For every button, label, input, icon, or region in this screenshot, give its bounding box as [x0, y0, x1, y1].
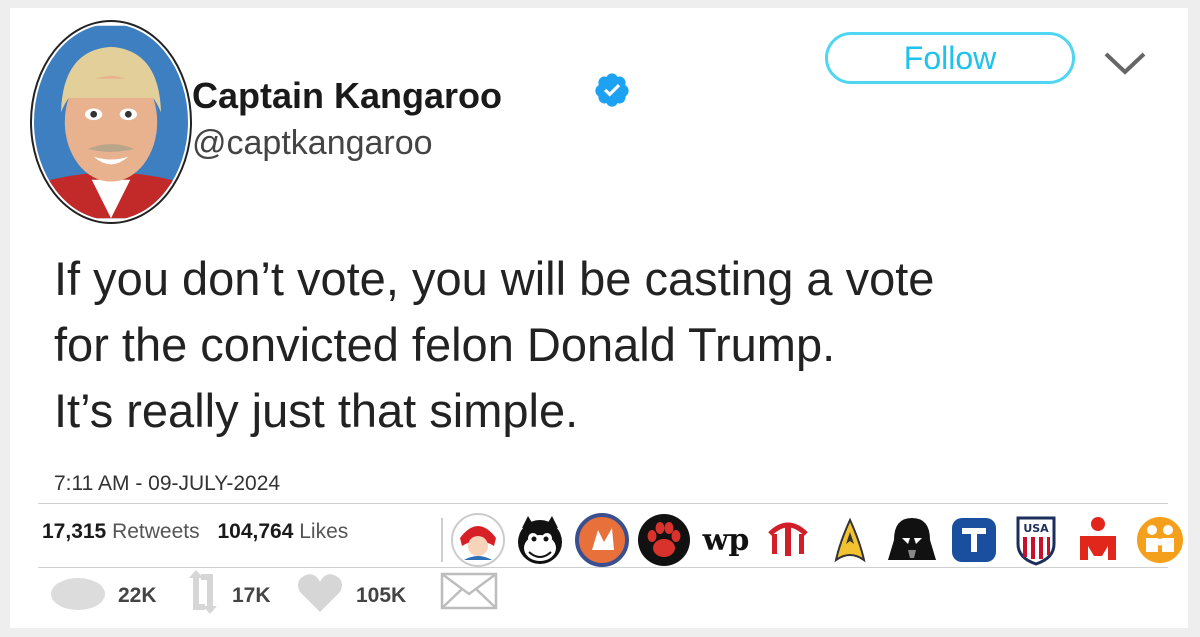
user-handle[interactable]: @captkangaroo	[192, 124, 433, 163]
tweet-text-line: If you don’t vote, you will be casting a…	[54, 252, 935, 305]
display-name[interactable]: Captain Kangaroo	[192, 75, 502, 117]
tweet-stats: 17,315 Retweets 104,764 Likes	[42, 520, 360, 560]
stats-divider	[441, 518, 443, 562]
verified-badge-icon	[595, 73, 629, 107]
tweet-text-line: for the convicted felon Donald Trump.	[54, 318, 836, 371]
reply-icon[interactable]	[50, 574, 106, 614]
usa-crest-icon[interactable]: USA	[1008, 512, 1064, 568]
follow-button[interactable]: Follow	[825, 32, 1075, 84]
retweet-icon[interactable]	[185, 568, 221, 616]
reply-count[interactable]: 22K	[118, 584, 157, 608]
paw-print-icon[interactable]	[636, 512, 692, 568]
tweet-text: If you don’t vote, you will be casting a…	[54, 246, 1174, 444]
mascot-seal-icon[interactable]	[574, 512, 630, 568]
heart-icon[interactable]	[296, 572, 344, 614]
wendys-logo-icon[interactable]	[450, 512, 506, 568]
family-circle-icon[interactable]	[1132, 512, 1188, 568]
tweet-timestamp[interactable]: 7:11 AM - 09-JULY-2024	[54, 472, 280, 496]
ironman-logo-icon[interactable]	[1070, 512, 1126, 568]
retweets-count[interactable]: 17,315	[42, 520, 106, 543]
avatar-image	[34, 25, 188, 219]
avatar[interactable]	[30, 20, 192, 224]
retweets-label[interactable]: Retweets	[112, 520, 200, 543]
like-count[interactable]: 105K	[356, 584, 406, 608]
likes-label[interactable]: Likes	[299, 520, 348, 543]
likes-count[interactable]: 104,764	[217, 520, 293, 543]
t-badge-icon[interactable]	[946, 512, 1002, 568]
svg-text:USA: USA	[1023, 522, 1049, 535]
svg-text:wp: wp	[702, 523, 750, 558]
trident-logo-icon[interactable]	[760, 512, 816, 568]
tweet-text-line: It’s really just that simple.	[54, 384, 579, 437]
washington-post-logo-icon[interactable]: wp	[698, 512, 754, 568]
divider	[38, 503, 1168, 504]
tweet-card: Captain Kangaroo @captkangaroo Follow If…	[10, 8, 1188, 628]
chevron-down-icon[interactable]	[1102, 48, 1148, 78]
starfleet-insignia-icon[interactable]	[822, 512, 878, 568]
darth-vader-icon[interactable]	[884, 512, 940, 568]
felix-the-cat-icon[interactable]	[512, 512, 568, 568]
retweet-count[interactable]: 17K	[232, 584, 271, 608]
mail-icon[interactable]	[440, 572, 498, 612]
